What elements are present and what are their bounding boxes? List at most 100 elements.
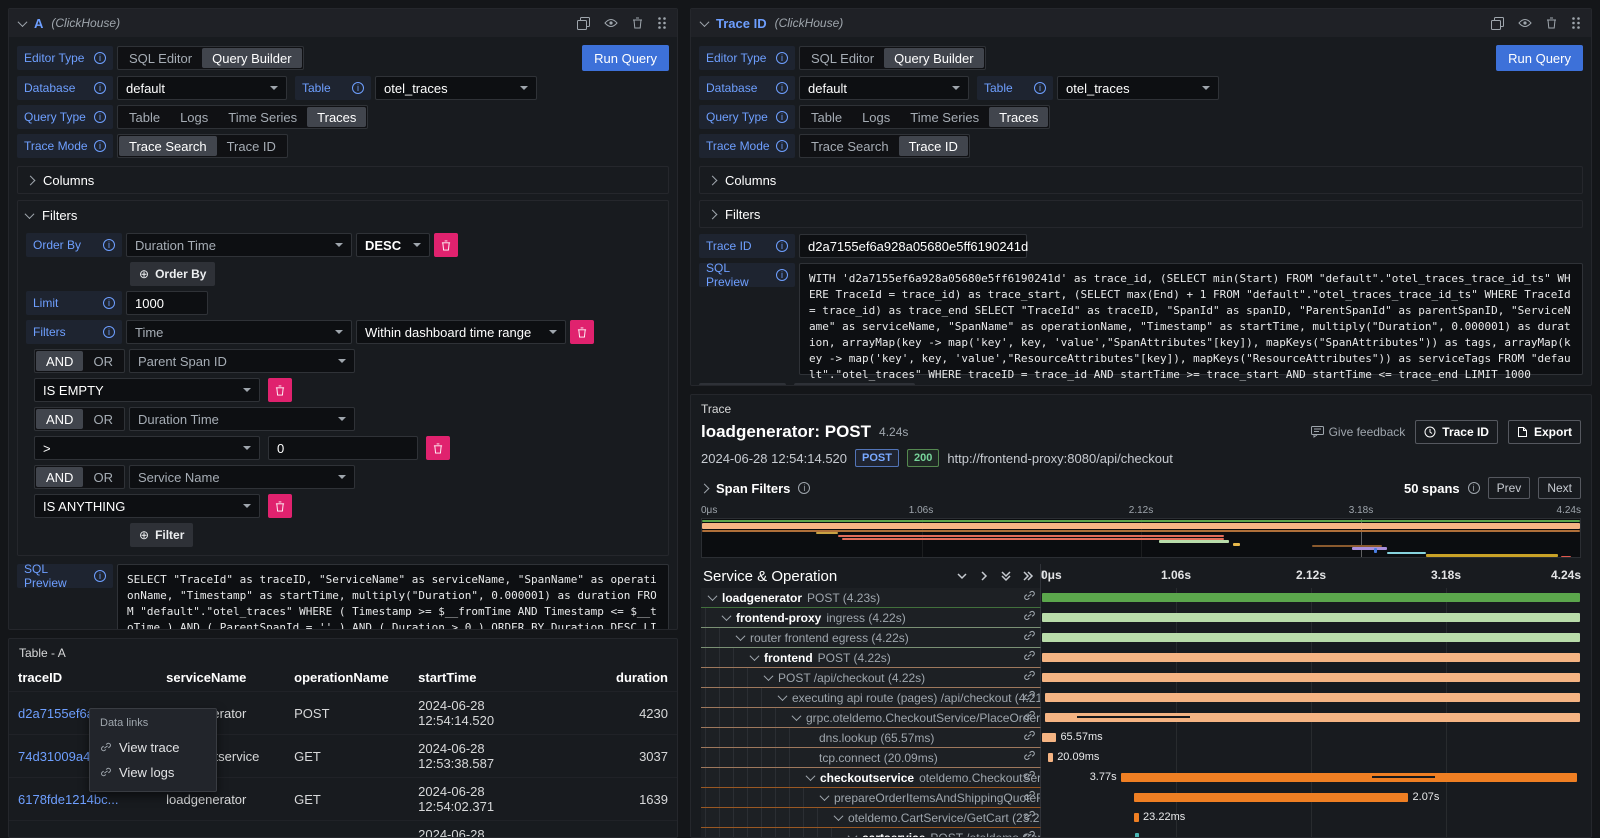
expand-span-icon[interactable] [778, 691, 788, 701]
span-name-cell[interactable]: checkoutserviceoteldemo.CheckoutService/… [701, 768, 1041, 788]
span-link-icon[interactable] [1023, 670, 1036, 686]
span-name-cell[interactable]: loadgeneratorPOST (4.23s) [701, 588, 1041, 608]
collapse-all-icon[interactable] [1000, 570, 1012, 582]
bool-and[interactable]: AND [36, 409, 83, 429]
info-icon[interactable]: i [776, 140, 788, 152]
trace-id-cell[interactable]: bb5167b236bfa02... [9, 821, 157, 838]
span-name-cell[interactable]: cartservicePOST /oteldemo.CartService/Ge… [701, 828, 1041, 838]
column-header-traceID[interactable]: traceID [9, 664, 157, 692]
trash-icon[interactable] [1546, 17, 1557, 29]
expand-span-icon[interactable] [792, 711, 802, 721]
span-bar-cell[interactable]: 65.57ms [1041, 728, 1581, 748]
span-bar-cell[interactable] [1041, 668, 1581, 688]
add-query-button[interactable]: +Add query [699, 383, 786, 386]
column-header-startTime[interactable]: startTime [409, 664, 561, 692]
info-icon[interactable]: i [776, 269, 788, 281]
info-icon[interactable]: i [94, 52, 106, 64]
column-header-serviceName[interactable]: serviceName [157, 664, 285, 692]
span-name-cell[interactable]: router frontend egress (4.22s) [701, 628, 1041, 648]
span-duration-bar[interactable] [1045, 713, 1580, 722]
expand-span-icon[interactable] [820, 791, 830, 801]
expand-span-icon[interactable] [722, 611, 732, 621]
bool-or[interactable]: OR [83, 467, 123, 487]
bool-or[interactable]: OR [83, 409, 123, 429]
trace-id-button[interactable]: Trace ID [1415, 420, 1498, 444]
view-trace-link[interactable]: View trace [90, 735, 216, 760]
add-filter-button[interactable]: ⊕Filter [130, 523, 193, 547]
filter-operator-select[interactable]: IS ANYTHING [34, 494, 260, 518]
remove-order-by-button[interactable] [434, 233, 458, 257]
span-bar-cell[interactable] [1041, 688, 1581, 708]
table-select[interactable]: otel_traces [1057, 76, 1219, 100]
query-type-table[interactable]: Table [119, 107, 170, 127]
info-icon[interactable]: i [776, 240, 788, 252]
info-icon[interactable]: i [1034, 82, 1046, 94]
info-icon[interactable]: i [94, 82, 106, 94]
query-panel-a-header[interactable]: A (ClickHouse) [9, 9, 677, 37]
span-duration-bar[interactable] [1042, 593, 1580, 602]
expand-span-icon[interactable] [708, 591, 718, 601]
query-type-traces[interactable]: Traces [307, 107, 366, 127]
span-bar-cell[interactable] [1041, 648, 1581, 668]
span-name-cell[interactable]: oteldemo.CartService/GetCart (23.22ms) [701, 808, 1041, 828]
expand-span-icon[interactable] [750, 651, 760, 661]
span-link-icon[interactable] [1023, 650, 1036, 666]
remove-filter-button[interactable] [570, 320, 594, 344]
prev-button[interactable]: Prev [1488, 477, 1531, 499]
info-icon[interactable]: i [352, 82, 364, 94]
span-duration-bar[interactable] [1042, 733, 1056, 742]
bool-and[interactable]: AND [36, 467, 83, 487]
give-feedback-button[interactable]: Give feedback [1311, 425, 1406, 439]
expand-one-icon[interactable] [978, 570, 990, 582]
span-duration-bar[interactable] [1048, 753, 1053, 762]
info-icon[interactable]: i [776, 111, 788, 123]
filter-field-select[interactable]: Parent Span ID [129, 349, 355, 373]
query-type-table[interactable]: Table [801, 107, 852, 127]
span-duration-bar[interactable] [1045, 693, 1580, 702]
span-link-icon[interactable] [1023, 750, 1036, 766]
sql-editor-option[interactable]: SQL Editor [801, 48, 884, 68]
columns-section[interactable]: Columns [17, 166, 669, 194]
span-name-cell[interactable]: dns.lookup (65.57ms) [701, 728, 1041, 748]
query-type-time-series[interactable]: Time Series [900, 107, 989, 127]
bool-and[interactable]: AND [36, 351, 83, 371]
drag-handle-icon[interactable] [1571, 16, 1581, 30]
collapse-panel-icon[interactable] [700, 17, 710, 27]
query-inspector-button[interactable]: iQuery inspector [794, 383, 915, 386]
info-icon[interactable]: i [798, 482, 810, 494]
span-bar-cell[interactable] [1041, 608, 1581, 628]
filter-operator-select[interactable]: IS EMPTY [34, 378, 260, 402]
filter-value-input[interactable]: 0 [268, 436, 418, 460]
span-name-cell[interactable]: frontend-proxyingress (4.22s) [701, 608, 1041, 628]
table-select[interactable]: otel_traces [375, 76, 537, 100]
query-type-logs[interactable]: Logs [852, 107, 900, 127]
span-link-icon[interactable] [1023, 790, 1036, 806]
span-bar-cell[interactable] [1041, 628, 1581, 648]
run-query-button[interactable]: Run Query [1496, 45, 1583, 71]
trace-mode-trace-search[interactable]: Trace Search [801, 136, 899, 156]
filter-field-select[interactable]: Duration Time [129, 407, 355, 431]
eye-icon[interactable] [1518, 18, 1532, 28]
span-link-icon[interactable] [1023, 810, 1036, 826]
span-duration-bar[interactable] [1042, 633, 1580, 642]
span-duration-bar[interactable] [1042, 653, 1580, 662]
span-link-icon[interactable] [1023, 710, 1036, 726]
span-duration-bar[interactable] [1135, 833, 1139, 838]
span-link-icon[interactable] [1023, 610, 1036, 626]
query-type-time-series[interactable]: Time Series [218, 107, 307, 127]
remove-filter-button[interactable] [268, 378, 292, 402]
info-icon[interactable]: i [94, 140, 106, 152]
span-duration-bar[interactable] [1042, 673, 1580, 682]
info-icon[interactable]: i [103, 326, 115, 338]
span-bar-cell[interactable] [1041, 588, 1581, 608]
trace-mode-trace-search[interactable]: Trace Search [119, 136, 217, 156]
query-builder-option[interactable]: Query Builder [884, 48, 983, 68]
query-builder-option[interactable]: Query Builder [202, 48, 301, 68]
query-panel-traceid-header[interactable]: Trace ID (ClickHouse) [691, 9, 1591, 37]
next-button[interactable]: Next [1538, 477, 1581, 499]
expand-span-icon[interactable] [848, 831, 858, 838]
span-name-cell[interactable]: executing api route (pages) /api/checkou… [701, 688, 1041, 708]
span-link-icon[interactable] [1023, 730, 1036, 746]
filter-value-select[interactable]: Within dashboard time range [356, 320, 566, 344]
info-icon[interactable]: i [776, 82, 788, 94]
